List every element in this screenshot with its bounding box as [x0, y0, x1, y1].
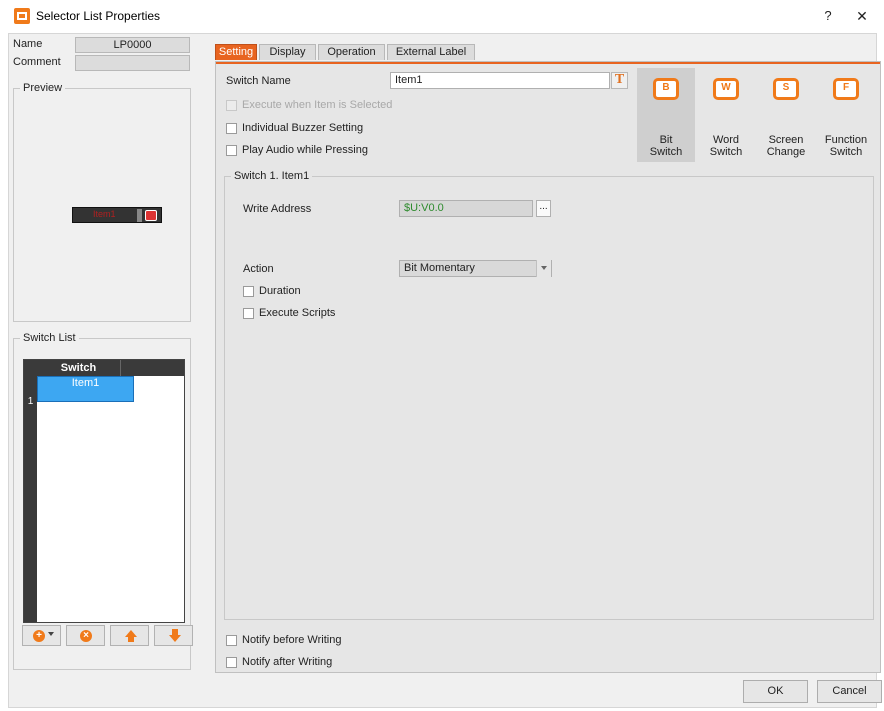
- notify-after-checkbox[interactable]: [226, 657, 237, 668]
- switch-list-title: Switch List: [20, 332, 79, 344]
- close-button[interactable]: ✕: [852, 6, 872, 26]
- function-switch-button[interactable]: F Function Switch: [817, 68, 875, 162]
- preview-selector-widget: Item1: [72, 207, 162, 223]
- ok-button[interactable]: OK: [743, 680, 808, 703]
- list-header: Switch: [24, 360, 184, 376]
- help-button[interactable]: ?: [818, 6, 838, 26]
- tab-display[interactable]: Display: [259, 44, 316, 60]
- execute-scripts-label: Execute Scripts: [259, 307, 336, 319]
- notify-before-checkbox[interactable]: [226, 635, 237, 646]
- screen-change-icon: S: [773, 78, 799, 100]
- word-switch-label: Word Switch: [709, 134, 743, 158]
- action-label: Action: [243, 263, 274, 275]
- tab-accent-line: [216, 62, 880, 64]
- function-switch-label: Function Switch: [824, 134, 868, 158]
- text-font-button[interactable]: T: [611, 72, 628, 89]
- add-icon: +: [33, 630, 45, 642]
- setting-tab-panel: Switch Name Item1 T Execute when Item is…: [215, 61, 881, 673]
- tab-operation[interactable]: Operation: [318, 44, 385, 60]
- execute-when-selected-label: Execute when Item is Selected: [242, 99, 393, 111]
- bit-switch-label: Bit Switch: [649, 134, 683, 158]
- preview-group-title: Preview: [20, 82, 66, 94]
- switch-name-input[interactable]: Item1: [390, 72, 610, 89]
- list-header-switch: Switch: [37, 360, 121, 376]
- individual-buzzer-label: Individual Buzzer Setting: [242, 122, 364, 134]
- address-browse-button[interactable]: ...: [536, 200, 551, 217]
- row-number: 1: [27, 396, 34, 407]
- word-switch-button[interactable]: W Word Switch: [697, 68, 755, 162]
- window-title: Selector List Properties: [36, 9, 161, 23]
- tab-setting[interactable]: Setting: [215, 44, 257, 60]
- word-switch-icon: W: [713, 78, 739, 100]
- remove-switch-button[interactable]: ×: [66, 625, 105, 646]
- write-address-label: Write Address: [243, 203, 312, 215]
- title-bar: Selector List Properties ? ✕: [0, 0, 884, 32]
- preview-group: Preview Item1: [13, 82, 191, 322]
- switch-settings-group: Switch 1. Item1 Write Address $U:V0.0 ..…: [224, 170, 874, 620]
- write-address-input[interactable]: $U:V0.0: [399, 200, 533, 217]
- arrow-up-stem-icon: [128, 636, 134, 642]
- font-t-icon: T: [614, 72, 625, 87]
- name-label: Name: [13, 38, 43, 50]
- switch-settings-title: Switch 1. Item1: [231, 170, 313, 182]
- notify-before-label: Notify before Writing: [242, 634, 342, 646]
- list-item[interactable]: Item1: [37, 376, 134, 402]
- row-header-column: 1: [24, 376, 37, 622]
- screen-change-button[interactable]: S Screen Change: [757, 68, 815, 162]
- action-select[interactable]: Bit Momentary: [399, 260, 552, 277]
- preview-item-text: Item1: [93, 209, 116, 219]
- add-switch-button[interactable]: +: [22, 625, 61, 646]
- bit-switch-button[interactable]: B Bit Switch: [637, 68, 695, 162]
- tab-external-label[interactable]: External Label: [387, 44, 475, 60]
- function-switch-icon: F: [833, 78, 859, 100]
- play-audio-label: Play Audio while Pressing: [242, 144, 368, 156]
- execute-scripts-checkbox[interactable]: [243, 308, 254, 319]
- comment-label: Comment: [13, 56, 61, 68]
- arrow-down-icon: [169, 635, 181, 642]
- action-select-value: Bit Momentary: [404, 262, 475, 274]
- screen-change-label: Screen Change: [766, 134, 806, 158]
- preview-spin-icon: [137, 209, 142, 222]
- app-icon: [14, 8, 30, 24]
- individual-buzzer-checkbox[interactable]: [226, 123, 237, 134]
- dialog-body: Name LP0000 Comment Preview Item1 Switch…: [8, 33, 882, 708]
- preview-button-icon: [145, 210, 157, 221]
- execute-when-selected-checkbox[interactable]: [226, 100, 237, 111]
- name-field: LP0000: [75, 37, 190, 53]
- move-up-button[interactable]: [110, 625, 149, 646]
- duration-checkbox[interactable]: [243, 286, 254, 297]
- comment-field[interactable]: [75, 55, 190, 71]
- dropdown-caret-icon: [48, 632, 54, 636]
- play-audio-checkbox[interactable]: [226, 145, 237, 156]
- bit-switch-icon: B: [653, 78, 679, 100]
- notify-after-label: Notify after Writing: [242, 656, 333, 668]
- duration-label: Duration: [259, 285, 301, 297]
- move-down-button[interactable]: [154, 625, 193, 646]
- cancel-button[interactable]: Cancel: [817, 680, 882, 703]
- chevron-down-icon: [536, 260, 551, 277]
- switch-name-label: Switch Name: [226, 75, 291, 87]
- remove-icon: ×: [80, 630, 92, 642]
- switch-list-table: Switch 1 Item1: [23, 359, 185, 623]
- switch-list-group: Switch List Switch 1 Item1 + ×: [13, 332, 193, 670]
